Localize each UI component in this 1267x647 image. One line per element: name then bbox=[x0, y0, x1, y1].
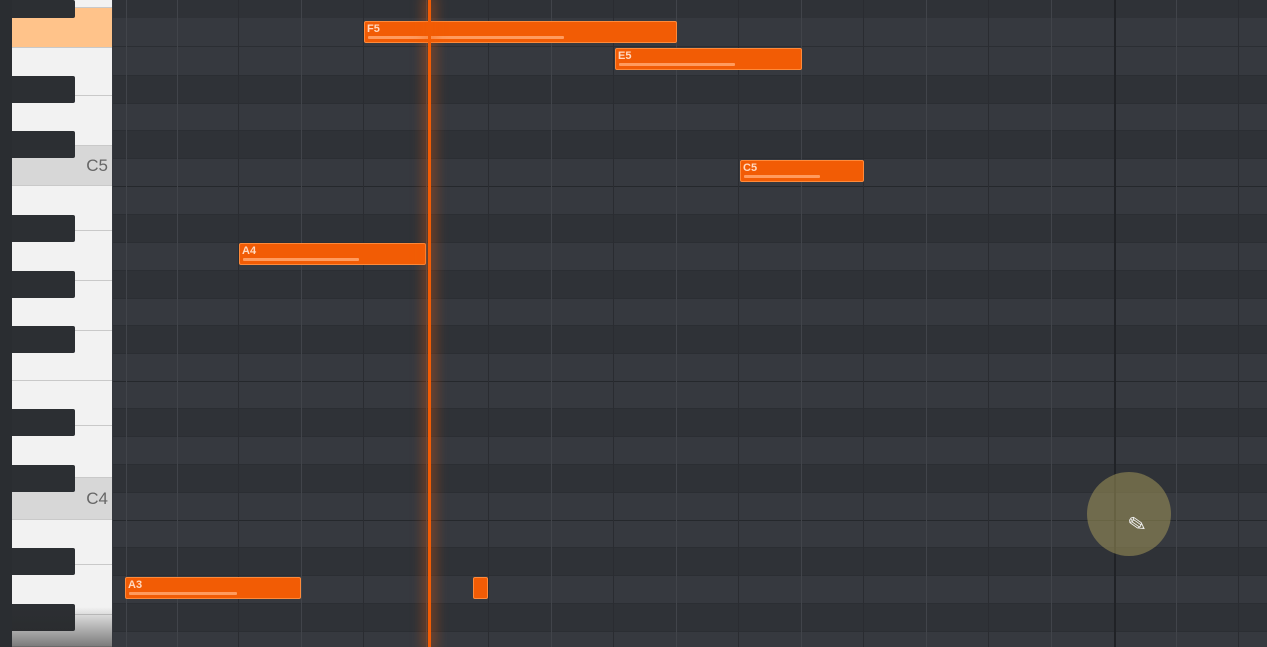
grid-line-beat bbox=[863, 0, 864, 647]
left-strip bbox=[0, 0, 12, 647]
note-a3[interactable]: A3 bbox=[125, 577, 301, 599]
grid-line bbox=[113, 631, 1267, 632]
grid-line bbox=[113, 408, 1267, 409]
grid-line bbox=[113, 103, 1267, 104]
note-velocity-bar bbox=[619, 63, 735, 66]
grid-line bbox=[113, 270, 1267, 271]
grid-line bbox=[113, 46, 1267, 47]
grid-line-beat bbox=[238, 0, 239, 647]
grid-line bbox=[113, 353, 1267, 354]
grid-line-beat bbox=[1238, 0, 1239, 647]
playhead[interactable] bbox=[428, 0, 431, 647]
black-key[interactable] bbox=[12, 0, 75, 18]
note-label: C5 bbox=[743, 162, 758, 174]
piano-keyboard[interactable]: C5 C4 bbox=[12, 0, 112, 647]
grid-line bbox=[113, 75, 1267, 76]
black-key[interactable] bbox=[12, 548, 75, 575]
key-label-c5: C5 bbox=[86, 156, 108, 175]
grid-line bbox=[113, 158, 1267, 159]
grid-line bbox=[113, 325, 1267, 326]
grid-line bbox=[301, 0, 302, 647]
black-key[interactable] bbox=[12, 465, 75, 492]
note-label: E5 bbox=[618, 50, 632, 62]
grid-line-beat bbox=[613, 0, 614, 647]
note-a4[interactable]: A4 bbox=[239, 243, 426, 265]
note-grid[interactable]: F5 E5 C5 A4 A3 bbox=[113, 0, 1267, 647]
note-label: A3 bbox=[128, 579, 143, 591]
note-e5[interactable]: E5 bbox=[615, 48, 802, 70]
grid-row bbox=[113, 548, 1267, 575]
grid-row bbox=[113, 131, 1267, 158]
grid-line bbox=[113, 436, 1267, 437]
grid-line bbox=[426, 0, 427, 647]
grid-line-beat bbox=[488, 0, 489, 647]
black-key[interactable] bbox=[12, 326, 75, 353]
grid-line bbox=[926, 0, 927, 647]
grid-row bbox=[113, 0, 1267, 18]
black-key[interactable] bbox=[12, 131, 75, 158]
grid-line bbox=[113, 214, 1267, 215]
grid-line-octave bbox=[113, 186, 1267, 187]
keyboard-shadow bbox=[12, 607, 112, 647]
grid-line bbox=[113, 130, 1267, 131]
grid-row bbox=[113, 215, 1267, 242]
grid-line bbox=[113, 464, 1267, 465]
grid-line bbox=[113, 603, 1267, 604]
note-f5[interactable]: F5 bbox=[364, 21, 677, 43]
key-label-c4: C4 bbox=[86, 489, 108, 508]
grid-line-beat bbox=[738, 0, 739, 647]
grid-row bbox=[113, 76, 1267, 103]
grid-line bbox=[801, 0, 802, 647]
grid-row bbox=[113, 271, 1267, 298]
grid-line-octave bbox=[113, 381, 1267, 382]
grid-line bbox=[113, 575, 1267, 576]
grid-line bbox=[113, 298, 1267, 299]
black-key[interactable] bbox=[12, 76, 75, 103]
grid-line bbox=[676, 0, 677, 647]
grid-line bbox=[126, 0, 127, 647]
grid-line bbox=[1051, 0, 1052, 647]
grid-row bbox=[113, 465, 1267, 492]
grid-row bbox=[113, 604, 1267, 631]
grid-line bbox=[113, 547, 1267, 548]
black-key[interactable] bbox=[12, 215, 75, 242]
note-short[interactable] bbox=[473, 577, 488, 599]
note-velocity-bar bbox=[129, 592, 237, 595]
note-c5[interactable]: C5 bbox=[740, 160, 864, 182]
grid-row bbox=[113, 409, 1267, 436]
black-key[interactable] bbox=[12, 409, 75, 436]
note-velocity-bar bbox=[243, 258, 359, 261]
grid-line bbox=[1176, 0, 1177, 647]
grid-line bbox=[551, 0, 552, 647]
grid-row bbox=[113, 326, 1267, 353]
grid-line-beat bbox=[363, 0, 364, 647]
grid-line bbox=[177, 0, 178, 647]
note-label: A4 bbox=[242, 245, 257, 257]
black-key[interactable] bbox=[12, 271, 75, 298]
note-velocity-bar bbox=[368, 36, 564, 39]
note-label: F5 bbox=[367, 23, 380, 35]
grid-line-beat bbox=[988, 0, 989, 647]
note-velocity-bar bbox=[744, 175, 820, 178]
